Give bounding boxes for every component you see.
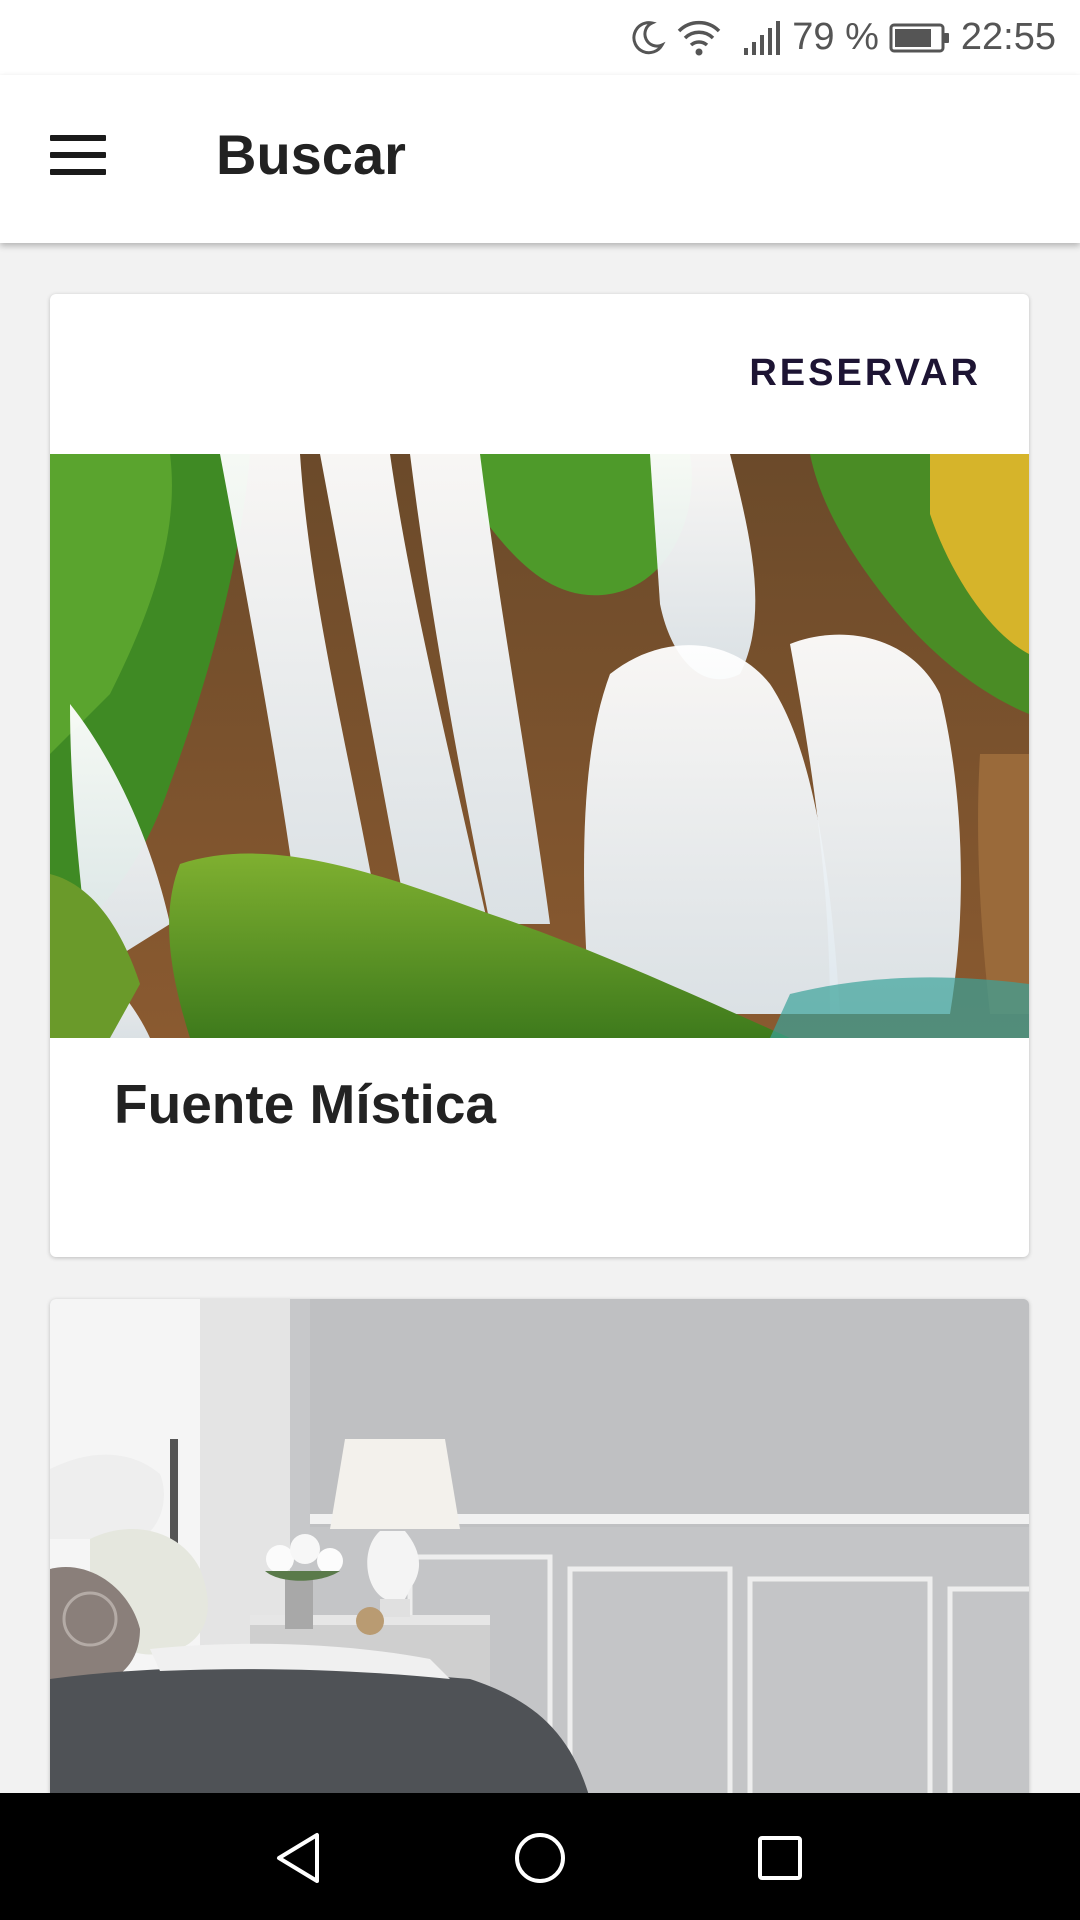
status-bar: 79 % 22:55 — [0, 0, 1080, 75]
place-card[interactable]: RESERVAR Fuente Mística — [50, 294, 1029, 1257]
waterfall-photo[interactable] — [50, 454, 1029, 1038]
page-title: Buscar — [216, 123, 406, 186]
place-card[interactable] — [50, 1299, 1029, 1793]
back-icon[interactable] — [265, 1823, 335, 1893]
reserve-button[interactable]: RESERVAR — [749, 352, 981, 395]
status-icons: 79 % 22:55 — [628, 10, 1056, 65]
moon-icon — [628, 19, 666, 57]
hamburger-menu-icon[interactable] — [40, 125, 116, 185]
bedroom-photo[interactable] — [50, 1299, 1029, 1793]
battery-percent: 79 % — [792, 16, 879, 58]
system-nav-bar — [0, 1793, 1080, 1920]
home-icon[interactable] — [505, 1823, 575, 1893]
app-bar: Buscar — [0, 75, 1080, 243]
wifi-icon — [676, 19, 722, 57]
card-title: Fuente Mística — [114, 1073, 497, 1135]
results-list[interactable]: RESERVAR Fuente Mística — [0, 243, 1080, 1793]
battery-icon — [889, 22, 951, 54]
recent-apps-icon[interactable] — [745, 1823, 815, 1893]
signal-icon — [742, 20, 782, 56]
clock: 22:55 — [960, 16, 1056, 58]
card-actions: RESERVAR — [50, 294, 1029, 454]
